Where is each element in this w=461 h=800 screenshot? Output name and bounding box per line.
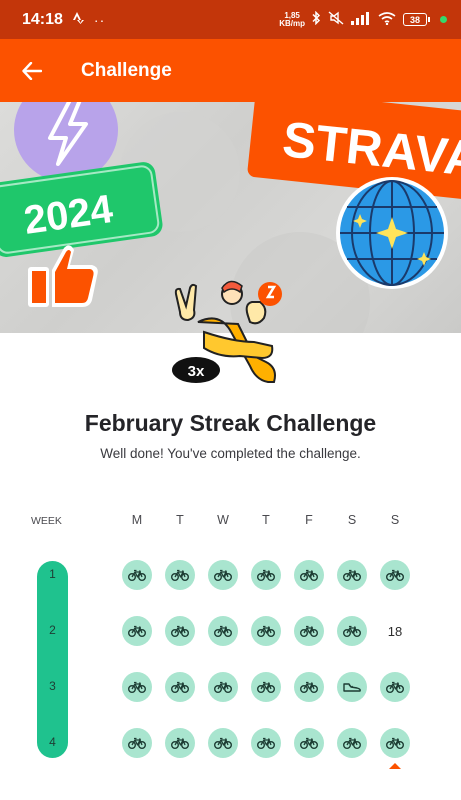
bike-icon	[171, 681, 189, 693]
bike-icon	[171, 737, 189, 749]
day-header: S	[347, 513, 357, 527]
bike-icon	[128, 569, 146, 581]
week-column-header: WEEK	[31, 515, 62, 527]
day-activity-ride[interactable]	[122, 672, 152, 702]
week-number: 1	[49, 567, 56, 581]
mute-icon	[328, 11, 344, 28]
week-number: 4	[49, 735, 56, 749]
net-speed: 1,85 KB/mp	[279, 11, 305, 28]
day-activity-ride[interactable]	[122, 616, 152, 646]
day-activity-ride[interactable]	[165, 728, 195, 758]
day-header: F	[305, 513, 313, 527]
current-day-marker	[389, 763, 401, 769]
day-activity-ride[interactable]	[294, 616, 324, 646]
day-activity-ride[interactable]	[337, 616, 367, 646]
bike-icon	[128, 681, 146, 693]
streak-multiplier: 3x	[188, 363, 205, 380]
thumbs-up-sticker	[28, 245, 98, 307]
bike-icon	[257, 569, 275, 581]
day-activity-ride[interactable]	[165, 560, 195, 590]
bike-icon	[257, 737, 275, 749]
day-activity-ride[interactable]	[165, 672, 195, 702]
streak-badge: 3x	[172, 280, 282, 383]
bike-icon	[171, 569, 189, 581]
week-number: 2	[49, 623, 56, 637]
day-activity-ride[interactable]	[208, 728, 238, 758]
day-activity-ride[interactable]	[251, 560, 281, 590]
day-date[interactable]: 18	[380, 616, 410, 646]
battery-level: 38	[403, 13, 427, 26]
bike-icon	[386, 569, 404, 581]
battery-icon: 38	[403, 13, 430, 26]
day-activity-ride[interactable]	[251, 672, 281, 702]
bike-icon	[300, 737, 318, 749]
day-activity-ride[interactable]	[294, 728, 324, 758]
status-bar: 14:18 ·· 1,85 KB/mp 38	[0, 0, 461, 39]
bike-icon	[343, 569, 361, 581]
signal-icon	[351, 11, 371, 28]
bike-icon	[128, 625, 146, 637]
day-header: W	[217, 513, 229, 527]
day-header: M	[131, 513, 143, 527]
bike-icon	[300, 569, 318, 581]
wifi-icon	[378, 11, 396, 28]
bike-icon	[257, 681, 275, 693]
day-activity-ride[interactable]	[122, 728, 152, 758]
bike-icon	[171, 625, 189, 637]
bike-icon	[343, 737, 361, 749]
strava-sticker: STRAVA	[247, 102, 461, 201]
bike-icon	[300, 681, 318, 693]
year-sticker: 2024	[0, 162, 163, 257]
bike-icon	[300, 625, 318, 637]
bike-icon	[386, 681, 404, 693]
challenge-title: February Streak Challenge	[84, 410, 377, 436]
day-activity-ride[interactable]	[380, 728, 410, 758]
challenge-status: Well done! You've completed the challeng…	[100, 446, 361, 461]
day-header: S	[390, 513, 400, 527]
page-title: Challenge	[81, 59, 172, 81]
net-speed-unit: KB/mp	[279, 18, 305, 28]
more-notifications-icon: ··	[93, 11, 106, 28]
day-activity-ride[interactable]	[165, 616, 195, 646]
day-activity-ride[interactable]	[380, 560, 410, 590]
day-activity-ride[interactable]	[208, 560, 238, 590]
day-activity-run[interactable]	[337, 672, 367, 702]
shoe-icon	[343, 683, 361, 692]
bike-icon	[214, 625, 232, 637]
bike-icon	[214, 681, 232, 693]
bike-icon	[343, 625, 361, 637]
day-activity-ride[interactable]	[208, 672, 238, 702]
bike-icon	[214, 737, 232, 749]
back-button[interactable]	[0, 39, 64, 102]
bike-icon	[386, 737, 404, 749]
week-column-pill	[37, 561, 68, 758]
day-activity-ride[interactable]	[208, 616, 238, 646]
bike-icon	[128, 737, 146, 749]
day-activity-ride[interactable]	[337, 560, 367, 590]
day-activity-ride[interactable]	[251, 728, 281, 758]
status-indicators: 1,85 KB/mp 38	[279, 10, 447, 28]
day-activity-ride[interactable]	[122, 560, 152, 590]
day-activity-ride[interactable]	[380, 672, 410, 702]
privacy-indicator-dot	[440, 16, 447, 23]
peace-hand-icon	[174, 283, 198, 322]
day-activity-ride[interactable]	[337, 728, 367, 758]
app-bar: Challenge	[0, 39, 461, 102]
day-header: T	[262, 513, 270, 527]
day-activity-ride[interactable]	[294, 560, 324, 590]
arrow-left-icon	[22, 61, 42, 80]
globe-sticker	[336, 177, 448, 289]
bike-icon	[257, 625, 275, 637]
status-time: 14:18	[22, 10, 63, 28]
week-number: 3	[49, 679, 56, 693]
day-header: T	[176, 513, 184, 527]
day-activity-ride[interactable]	[294, 672, 324, 702]
day-activity-ride[interactable]	[251, 616, 281, 646]
bluetooth-icon	[312, 10, 321, 28]
bike-icon	[214, 569, 232, 581]
strava-notification-icon	[72, 12, 84, 27]
